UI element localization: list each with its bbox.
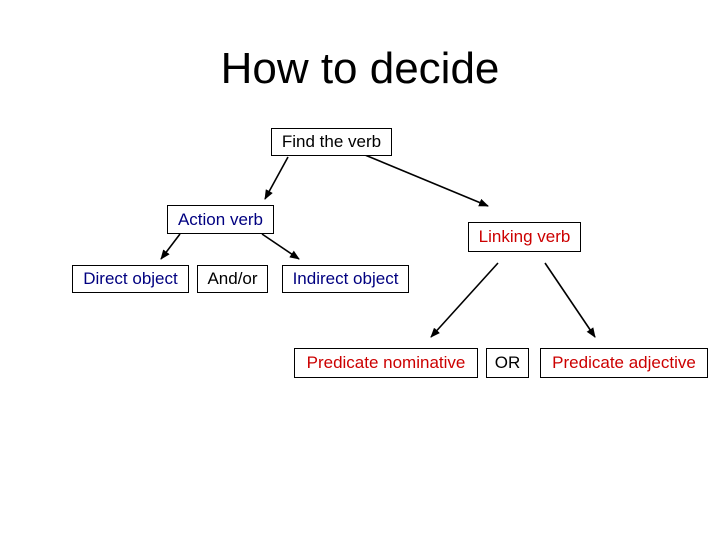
arrow-linking-verb-to-predicate-adjective	[544, 262, 596, 338]
slide: How to decide Find the verb Action verb …	[0, 0, 720, 540]
node-action-verb: Action verb	[167, 205, 274, 234]
node-find-the-verb: Find the verb	[271, 128, 392, 156]
node-linking-verb: Linking verb	[468, 222, 581, 252]
node-or: OR	[486, 348, 529, 378]
node-predicate-nominative: Predicate nominative	[294, 348, 478, 378]
node-direct-object: Direct object	[72, 265, 189, 293]
arrow-find-verb-to-action-verb	[264, 156, 289, 200]
arrow-linking-verb-to-predicate-nominative	[430, 262, 499, 338]
node-predicate-adjective: Predicate adjective	[540, 348, 708, 378]
arrow-find-verb-to-linking-verb	[364, 154, 489, 207]
node-and-or: And/or	[197, 265, 268, 293]
node-indirect-object: Indirect object	[282, 265, 409, 293]
arrow-action-verb-to-direct-object	[160, 233, 181, 260]
arrow-action-verb-to-indirect-object	[261, 233, 300, 260]
